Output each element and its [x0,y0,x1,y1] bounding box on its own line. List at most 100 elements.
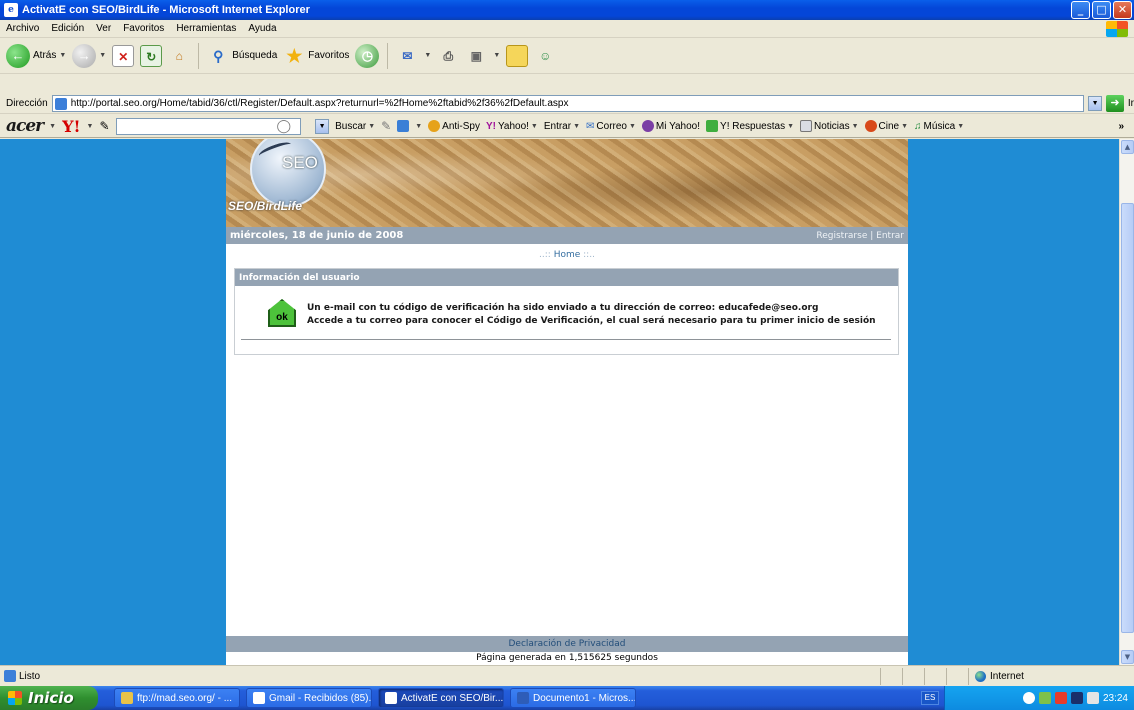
toolbar-separator [387,42,389,69]
address-dropdown-icon[interactable]: ▼ [1088,96,1103,111]
popup-dropdown-icon[interactable]: ▼ [415,123,422,130]
menu-favoritos[interactable]: Favoritos [123,23,164,34]
toolbar-more-button[interactable]: » [1118,121,1124,132]
respuestas-button[interactable]: Y! Respuestas ▼ [706,120,794,132]
network-icon[interactable] [1022,692,1035,704]
window-title: ActivatE con SEO/BirdLife - Microsoft In… [22,4,310,16]
privacy-link[interactable]: Declaración de Privacidad [509,639,626,649]
tray-monitor-icon[interactable] [1086,692,1099,704]
standard-toolbar: ← Atrás ▼ → ▼ ✕ ↻ ⌂ ⚲ Búsqueda ★ Favorit… [0,38,1134,74]
windows-flag-icon [8,691,22,705]
folder-icon [121,692,133,704]
menu-archivo[interactable]: Archivo [6,23,39,34]
noticias-button[interactable]: Noticias ▼ [800,120,859,132]
search-dropdown-icon[interactable]: ▼ [315,118,330,134]
address-input[interactable]: http://portal.seo.org/Home/tabid/36/ctl/… [51,95,1085,112]
browser-viewport: SEO SEO/BirdLife miércoles, 18 de junio … [0,139,1119,665]
register-link[interactable]: Registrarse [816,231,867,241]
buscar-dropdown-icon: ▼ [368,122,376,130]
menu-ver[interactable]: Ver [96,23,111,34]
ie-icon: e [4,3,18,17]
musica-button[interactable]: ♫ Música ▼ [914,121,964,132]
refresh-icon[interactable]: ↻ [140,44,163,67]
task-activate[interactable]: ActivatE con SEO/Bir... [378,688,504,708]
language-indicator[interactable]: ES [921,691,939,705]
messenger-icon[interactable]: ☺ [534,45,556,67]
mail-icon[interactable]: ✉ [396,45,418,67]
mi-yahoo-button[interactable]: Mi Yahoo! [641,120,700,132]
edit-dropdown-icon[interactable]: ▼ [493,52,500,59]
volume-icon[interactable] [1070,692,1083,704]
verification-message: Un e-mail con tu código de verificación … [307,302,876,328]
task-ftp[interactable]: ftp://mad.seo.org/ - ... [114,688,240,708]
star-icon: ★ [286,45,303,66]
security-zone[interactable]: Internet [968,667,1088,685]
go-button[interactable]: Ir [1128,98,1134,109]
scroll-down-icon[interactable]: ▼ [1121,650,1134,664]
yahoo-dropdown-icon[interactable]: ▼ [87,123,94,130]
minimize-button[interactable]: _ [1071,1,1090,19]
my-yahoo-icon [641,120,654,132]
system-tray: 23:24 [944,686,1134,710]
antispy-button[interactable]: Anti-Spy [428,120,480,132]
home-icon[interactable]: ⌂ [168,45,190,67]
search-icon: ⚲ [213,47,224,64]
login-link[interactable]: Entrar [876,231,904,241]
start-button[interactable]: Inicio [0,686,98,710]
highlight-icon[interactable]: ✎ [381,119,391,133]
logo-seo-text: SEO [282,153,318,172]
pencil-icon[interactable]: ✎ [99,119,109,133]
yahoo-toolbar: acer ▼ Y! ▼ ✎ ◯ ▼ Buscar ▼ ✎ ▼ Anti-Spy Y… [0,115,1134,138]
banner: SEO SEO/BirdLife [226,139,908,227]
cine-button[interactable]: Cine ▼ [864,120,908,132]
seo-logo[interactable]: SEO [250,139,326,207]
clock: 23:24 [1102,692,1128,704]
correo-button[interactable]: ✉ Correo ▼ [586,121,636,132]
forward-dropdown-icon: ▼ [99,52,107,59]
favorites-button[interactable]: ★ Favoritos [283,45,349,67]
menu-edicion[interactable]: Edición [51,23,84,34]
logo-caption: SEO/BirdLife [228,199,303,213]
title-bar: e ActivatE con SEO/BirdLife - Microsoft … [0,0,1134,20]
vertical-scrollbar[interactable]: ▲ ▼ [1119,139,1134,665]
scroll-up-icon[interactable]: ▲ [1121,140,1134,154]
history-icon[interactable]: ◷ [355,43,380,68]
home-link[interactable]: Home [554,250,581,260]
menu-ayuda[interactable]: Ayuda [248,23,276,34]
task-word[interactable]: Documento1 - Micros... [510,688,636,708]
mail-dropdown-icon[interactable]: ▼ [424,52,431,59]
menu-herramientas[interactable]: Herramientas [176,23,236,34]
back-button[interactable]: ← Atrás ▼ [6,43,66,68]
notes-icon[interactable] [506,44,529,67]
task-gmail[interactable]: Gmail - Recibidos (85)... [246,688,372,708]
taskbar: Inicio ftp://mad.seo.org/ - ... Gmail - … [0,686,1134,710]
ok-icon: ok [268,299,296,327]
close-button[interactable]: ✕ [1113,1,1132,19]
windows-logo-icon [1106,21,1128,37]
current-date: miércoles, 18 de junio de 2008 [230,230,404,241]
menu-bar: Archivo Edición Ver Favoritos Herramient… [0,20,1134,38]
antivirus-icon[interactable] [1054,692,1067,704]
yahoo-logo[interactable]: Y! [62,117,80,136]
edit-icon[interactable]: ▣ [465,45,487,67]
acer-logo[interactable]: acer [6,116,44,136]
stop-icon[interactable]: ✕ [112,44,135,67]
forward-arrow-icon: → [72,43,97,68]
news-icon [800,120,813,132]
yahoo-search-input[interactable] [115,117,301,135]
acer-dropdown-icon[interactable]: ▼ [49,123,56,130]
go-arrow-icon[interactable]: ➜ [1106,95,1124,112]
search-button[interactable]: ⚲ Búsqueda [207,45,277,67]
print-icon[interactable]: ⎙ [437,45,459,67]
forward-button[interactable]: → ▼ [72,43,107,68]
scrollbar-thumb[interactable] [1121,203,1134,633]
tray-app-icon[interactable] [1038,692,1051,704]
buscar-button[interactable]: Buscar ▼ [335,121,375,132]
panel-divider [241,339,891,340]
globe-icon [975,670,986,682]
maximize-button[interactable]: □ [1092,1,1111,19]
entrar-button[interactable]: Entrar ▼ [544,121,580,132]
yahoo-button[interactable]: Y! Yahoo! ▼ [486,121,538,132]
popup-blocker-icon[interactable] [397,120,410,132]
privacy-bar: Declaración de Privacidad [226,636,908,652]
